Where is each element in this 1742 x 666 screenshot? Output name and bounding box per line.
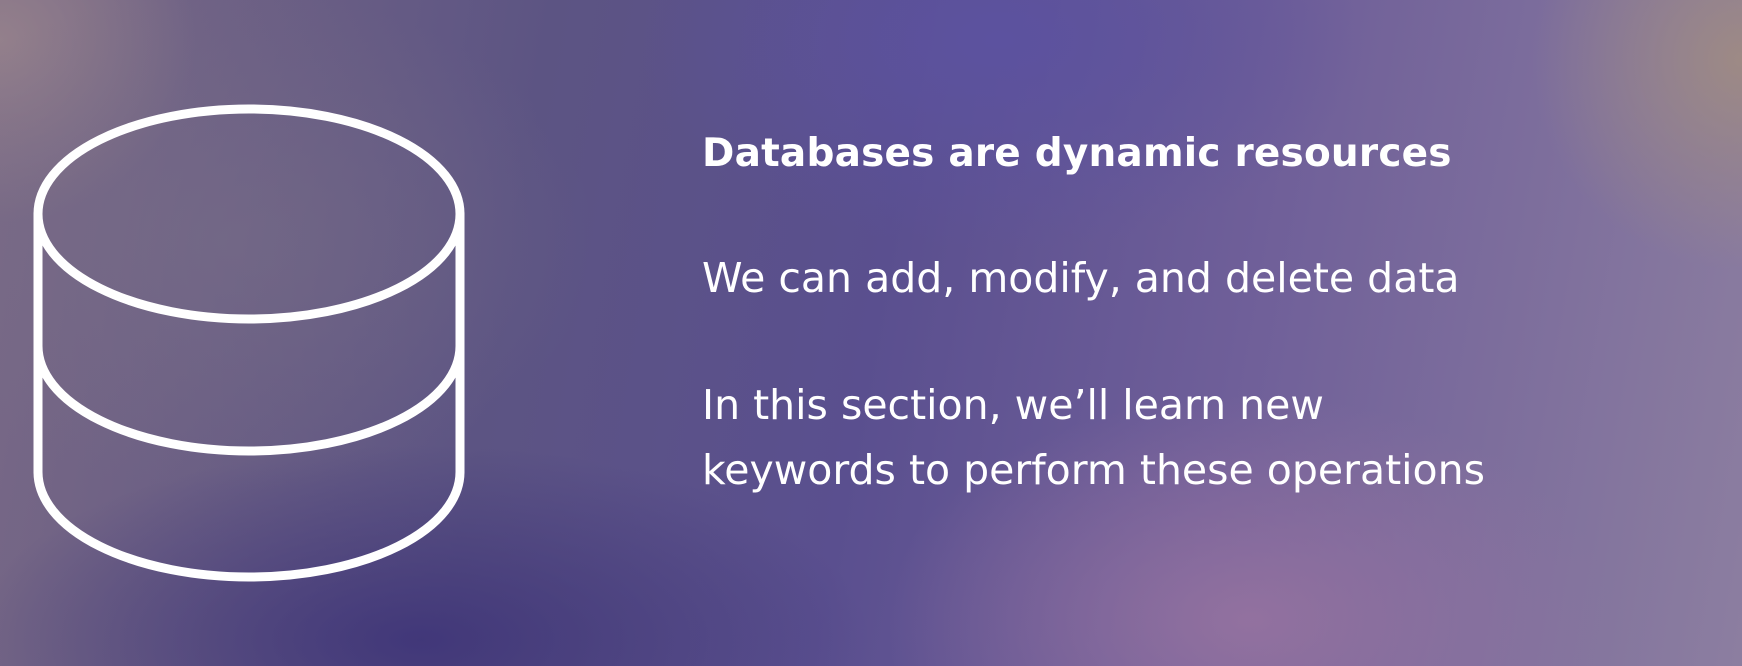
paragraph-section-intro: In this section, we’ll learn new keyword… bbox=[702, 373, 1702, 503]
paragraph-line: In this section, we’ll learn new bbox=[702, 381, 1324, 429]
slide-heading: Databases are dynamic resources bbox=[702, 131, 1452, 176]
paragraph-operations: We can add, modify, and delete data bbox=[702, 254, 1460, 302]
paragraph-line: keywords to perform these operations bbox=[702, 446, 1485, 494]
database-icon bbox=[28, 100, 470, 582]
slide-text: Databases are dynamic resources We can a… bbox=[702, 130, 1702, 503]
slide: Databases are dynamic resources We can a… bbox=[0, 0, 1742, 666]
